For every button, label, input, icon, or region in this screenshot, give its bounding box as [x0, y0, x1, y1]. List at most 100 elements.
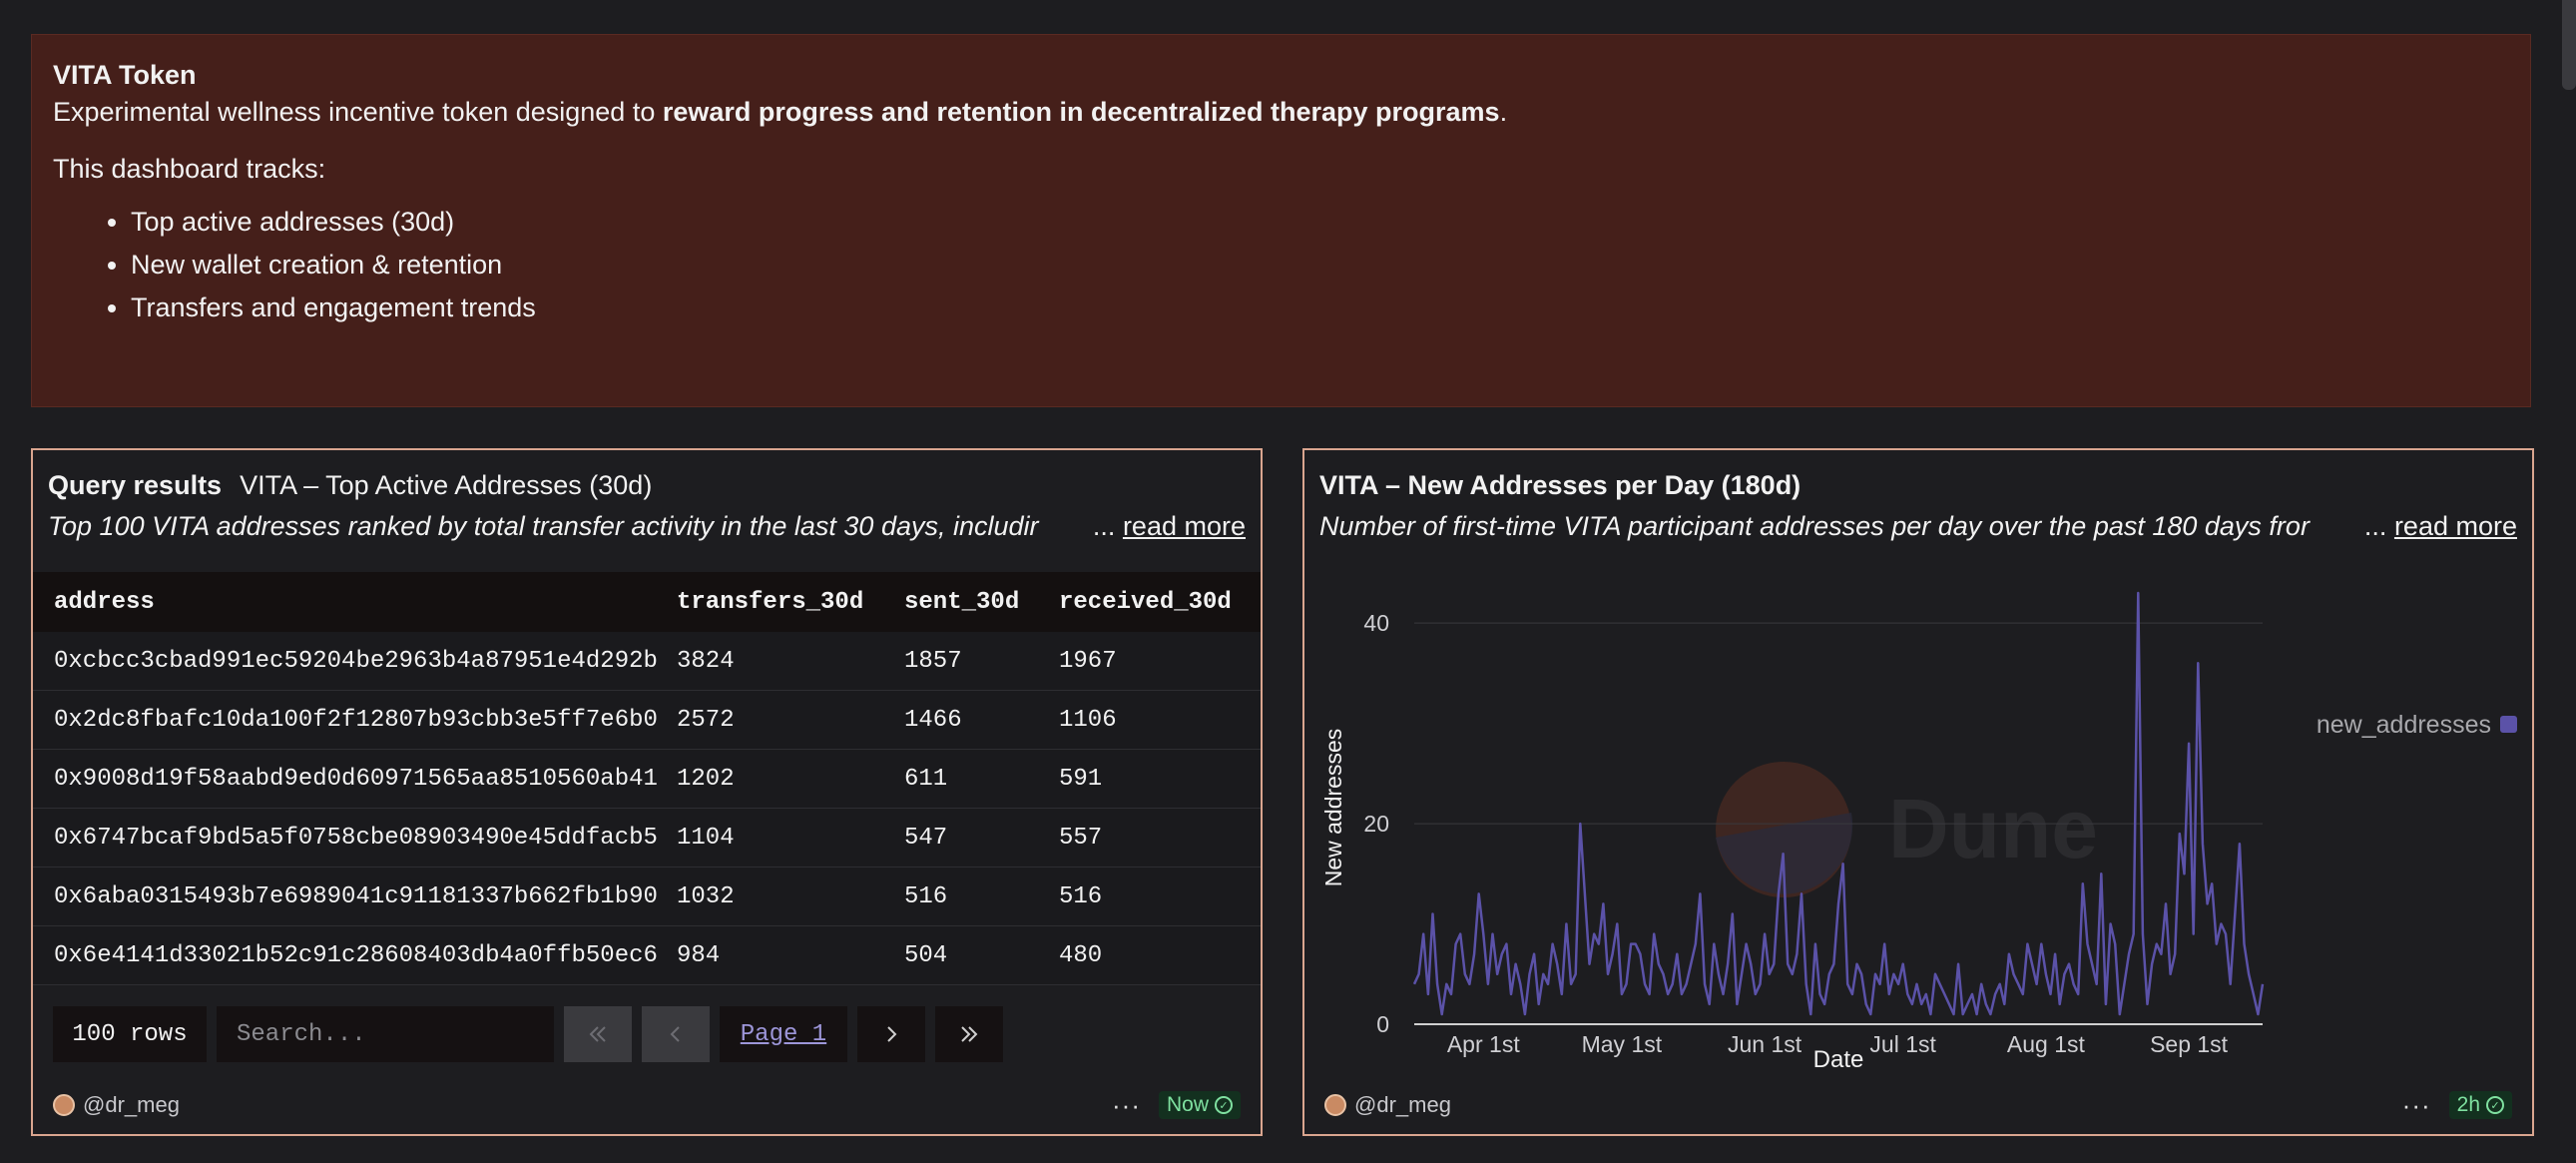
table-cell: 516 [1059, 882, 1103, 910]
chart-svg: Dune 0 20 40 Apr 1st May 1st Jun 1st Jul 1st Aug… [1320, 591, 2517, 1073]
ellipsis: ... [1092, 511, 1116, 541]
banner-desc-text: Experimental wellness incentive token de… [53, 97, 663, 127]
chart-description: Number of first-time VITA participant ad… [1319, 511, 2517, 542]
table-cell: 1466 [904, 706, 962, 734]
y-tick-label: 40 [1363, 610, 1389, 636]
table-cell: 1106 [1059, 706, 1117, 734]
prev-page-button[interactable] [642, 1006, 710, 1062]
legend-label: new_addresses [2317, 711, 2491, 739]
table-cell: 504 [904, 941, 948, 969]
x-axis-label: Date [1813, 1046, 1864, 1067]
freshness-text: Now [1166, 1093, 1209, 1116]
legend-swatch [2500, 716, 2517, 733]
banner-description: Experimental wellness incentive token de… [53, 97, 2509, 128]
table-row[interactable]: 0x2dc8fbafc10da100f2f12807b93cbb3e5ff7e6… [33, 691, 1261, 750]
table-cell: 0x6747bcaf9bd5a5f0758cbe08903490e45ddfac… [54, 824, 658, 852]
read-more-link[interactable]: read more [2394, 511, 2517, 541]
page-indicator[interactable]: Page 1 [720, 1006, 847, 1062]
table-row[interactable]: 0x6747bcaf9bd5a5f0758cbe08903490e45ddfac… [33, 809, 1261, 868]
table-cell: 1202 [677, 765, 735, 793]
page-scrollbar[interactable] [2562, 0, 2576, 90]
table-cell: 0xcbcc3cbad991ec59204be2963b4a87951e4d29… [54, 647, 658, 675]
column-header-sent[interactable]: sent_30d [904, 589, 1059, 616]
chart-panel: VITA – New Addresses per Day (180d) Numb… [1302, 448, 2534, 1136]
x-tick-label: Jun 1st [1728, 1031, 1803, 1057]
table-cell: 1032 [677, 882, 735, 910]
y-axis-label: New addresses [1320, 729, 1346, 887]
column-header-address[interactable]: address [33, 589, 677, 616]
table-cell: 2572 [677, 706, 735, 734]
panel-title: Query results VITA – Top Active Addresses… [48, 470, 1246, 501]
results-table: address transfers_30d sent_30d received_… [33, 572, 1261, 985]
avatar[interactable] [1324, 1094, 1346, 1116]
panel-footer: @dr_meg ··· 2h ✓ [1324, 1090, 2512, 1120]
panel-footer: @dr_meg ··· Now ✓ [53, 1090, 1241, 1120]
banner-tracks-label: This dashboard tracks: [53, 154, 326, 184]
check-circle-icon: ✓ [2486, 1096, 2504, 1114]
line-chart: Dune 0 20 40 Apr 1st May 1st Jun 1st Jul 1st Aug… [1304, 568, 2532, 1073]
more-options-icon[interactable]: ··· [2402, 1090, 2431, 1121]
table-pagination: 100 rows Search... Page 1 [53, 1006, 1003, 1062]
description-text: Number of first-time VITA participant ad… [1319, 511, 2310, 541]
table-row[interactable]: 0xcbcc3cbad991ec59204be2963b4a87951e4d29… [33, 632, 1261, 691]
table-cell: 557 [1059, 824, 1103, 852]
table-cell: 1104 [677, 824, 735, 852]
ellipsis: ... [2363, 511, 2387, 541]
table-cell: 0x6e4141d33021b52c91c28608403db4a0ffb50e… [54, 941, 658, 969]
description-text: Top 100 VITA addresses ranked by total t… [48, 511, 1039, 541]
table-cell: 0x2dc8fbafc10da100f2f12807b93cbb3e5ff7e6… [54, 706, 658, 734]
table-cell: 984 [677, 941, 721, 969]
banner-title: VITA Token [53, 60, 197, 90]
panel-description: Top 100 VITA addresses ranked by total t… [48, 511, 1246, 542]
table-search-input[interactable]: Search... [217, 1006, 554, 1062]
double-chevron-left-icon [589, 1026, 606, 1042]
x-tick-label: Jul 1st [1869, 1031, 1936, 1057]
table-cell: 547 [904, 824, 948, 852]
row-count: 100 rows [53, 1006, 207, 1062]
track-item: New wallet creation & retention [131, 250, 2509, 281]
chart-title-text[interactable]: VITA – New Addresses per Day (180d) [1319, 470, 1801, 500]
column-header-transfers[interactable]: transfers_30d [677, 589, 904, 616]
freshness-badge: 2h ✓ [2448, 1091, 2512, 1119]
table-row[interactable]: 0x6aba0315493b7e6989041c91181337b662fb1b… [33, 868, 1261, 926]
more-options-icon[interactable]: ··· [1112, 1090, 1141, 1121]
banner-desc-end: . [1499, 97, 1508, 127]
intro-banner: VITA Token Experimental wellness incenti… [31, 34, 2531, 407]
query-results-panel: Query results VITA – Top Active Addresses… [31, 448, 1263, 1136]
banner-track-list: Top active addresses (30d) New wallet cr… [53, 207, 2509, 323]
table-row[interactable]: 0x9008d19f58aabd9ed0d60971565aa8510560ab… [33, 750, 1261, 809]
x-tick-label: Aug 1st [2007, 1031, 2086, 1057]
check-circle-icon: ✓ [1215, 1096, 1233, 1114]
y-tick-label: 0 [1376, 1011, 1389, 1037]
table-cell: 1857 [904, 647, 962, 675]
x-tick-label: May 1st [1582, 1031, 1663, 1057]
author-handle[interactable]: @dr_meg [83, 1092, 180, 1118]
avatar[interactable] [53, 1094, 75, 1116]
table-cell: 1967 [1059, 647, 1117, 675]
column-header-received[interactable]: received_30d [1059, 589, 1249, 616]
table-cell: 0x6aba0315493b7e6989041c91181337b662fb1b… [54, 882, 658, 910]
y-tick-label: 20 [1363, 811, 1389, 837]
author-handle[interactable]: @dr_meg [1354, 1092, 1451, 1118]
read-more-link[interactable]: read more [1123, 511, 1246, 541]
table-cell: 516 [904, 882, 948, 910]
last-page-button[interactable] [935, 1006, 1003, 1062]
table-cell: 480 [1059, 941, 1103, 969]
table-header: address transfers_30d sent_30d received_… [33, 572, 1261, 632]
next-page-button[interactable] [857, 1006, 925, 1062]
watermark-text: Dune [1888, 782, 2098, 875]
track-item: Transfers and engagement trends [131, 292, 2509, 323]
table-row[interactable]: 0x6e4141d33021b52c91c28608403db4a0ffb50e… [33, 926, 1261, 985]
query-title[interactable]: VITA – Top Active Addresses (30d) [240, 470, 652, 500]
track-item: Top active addresses (30d) [131, 207, 2509, 238]
double-chevron-right-icon [961, 1026, 978, 1042]
table-cell: 3824 [677, 647, 735, 675]
table-cell: 591 [1059, 765, 1103, 793]
banner-desc-bold: reward progress and retention in decentr… [662, 97, 1500, 127]
x-tick-label: Sep 1st [2150, 1031, 2229, 1057]
freshness-badge: Now ✓ [1158, 1091, 1241, 1119]
x-tick-label: Apr 1st [1447, 1031, 1520, 1057]
freshness-text: 2h [2456, 1093, 2480, 1116]
first-page-button[interactable] [564, 1006, 632, 1062]
table-cell: 0x9008d19f58aabd9ed0d60971565aa8510560ab… [54, 765, 658, 793]
